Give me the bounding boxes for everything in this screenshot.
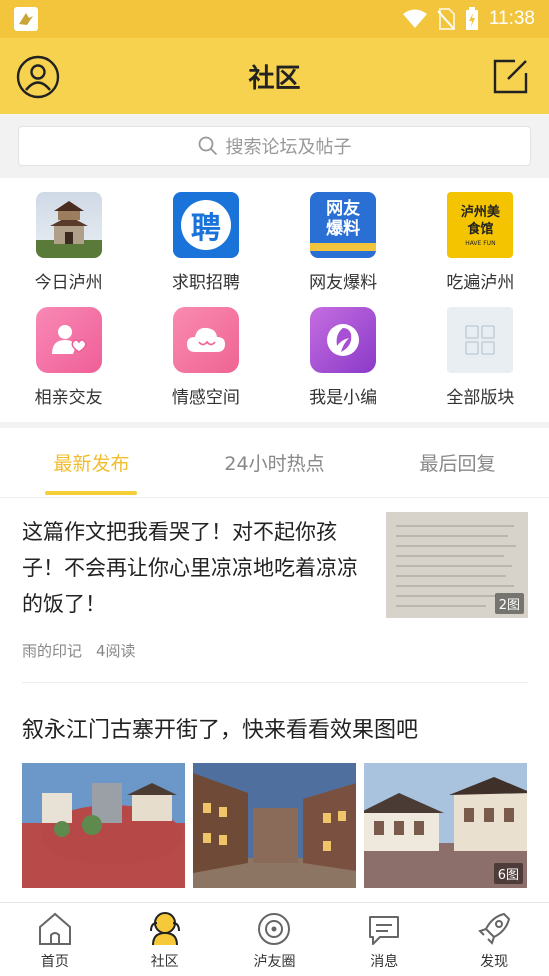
section-label: 我是小编 xyxy=(309,388,378,408)
edit-icon[interactable] xyxy=(491,58,529,96)
circle-icon xyxy=(258,912,291,945)
home-icon xyxy=(38,912,71,945)
nav-label: 发现 xyxy=(480,953,509,970)
tab-24h-hot[interactable]: 24小时热点 xyxy=(183,428,366,497)
section-jinri-luzhou[interactable]: 今日泸州 xyxy=(0,192,137,306)
image-count-badge: 6图 xyxy=(493,863,523,884)
food-glyph: 泸州美食馆 xyxy=(460,204,500,237)
post-thumbnail[interactable] xyxy=(193,763,356,888)
app-header: 社区 xyxy=(0,38,549,114)
post-thumbnail[interactable] xyxy=(22,763,185,888)
post-feed: 这篇作文把我看哭了！对不起你孩子！不会再让你心里凉凉地吃着凉凉的饭了！ 2图 雨… xyxy=(0,498,549,902)
section-label: 网友爆料 xyxy=(309,273,378,293)
netizen-report-icon: 网友爆料 xyxy=(310,192,377,258)
message-icon xyxy=(369,915,400,945)
image-count-badge: 2图 xyxy=(494,593,524,614)
post-meta: 雨的印记 4阅读 xyxy=(22,640,136,661)
discover-rocket-icon xyxy=(478,912,511,945)
nav-label: 消息 xyxy=(370,953,399,970)
nav-circle[interactable]: 泸友圈 xyxy=(220,903,330,976)
status-bar: 11:38 xyxy=(0,0,549,38)
section-label: 相亲交友 xyxy=(34,388,103,408)
section-label: 情感空间 xyxy=(171,388,240,408)
list-item[interactable]: 这篇作文把我看哭了！对不起你孩子！不会再让你心里凉凉地吃着凉凉的饭了！ 2图 雨… xyxy=(0,498,549,682)
tab-latest[interactable]: 最新发布 xyxy=(0,428,183,497)
battery-charging-icon xyxy=(465,7,478,30)
netizen-report-glyph: 网友爆料 xyxy=(326,199,361,239)
section-label: 求职招聘 xyxy=(171,273,240,293)
section-editor[interactable]: 我是小编 xyxy=(275,307,412,421)
post-title: 这篇作文把我看哭了！对不起你孩子！不会再让你心里凉凉地吃着凉凉的饭了！ xyxy=(22,520,358,616)
dating-icon xyxy=(35,307,102,373)
search-icon xyxy=(198,136,217,156)
section-all[interactable]: 全部版块 xyxy=(412,307,549,421)
section-dating[interactable]: 相亲交友 xyxy=(0,307,137,421)
section-job-recruit[interactable]: 聘 求职招聘 xyxy=(137,192,274,306)
divider xyxy=(22,682,528,683)
tab-last-reply[interactable]: 最后回复 xyxy=(366,428,549,497)
forum-section-grid: 今日泸州 聘 求职招聘 网友爆料 网友爆料 泸州美食馆 HAVE FUN 吃遍泸… xyxy=(0,178,549,422)
recruit-icon: 聘 xyxy=(172,192,239,258)
nav-label: 社区 xyxy=(150,953,179,970)
nav-label: 泸友圈 xyxy=(253,953,296,970)
search-input[interactable]: 搜索论坛及帖子 xyxy=(18,126,531,166)
post-author[interactable]: 雨的印记 xyxy=(22,640,82,661)
food-glyph-sub: HAVE FUN xyxy=(465,239,496,247)
post-reads: 4阅读 xyxy=(96,642,136,660)
editor-icon xyxy=(310,307,377,373)
section-label: 吃遍泸州 xyxy=(446,273,515,293)
clock: 11:38 xyxy=(488,8,535,29)
community-icon xyxy=(149,911,180,945)
section-emotion[interactable]: 情感空间 xyxy=(137,307,274,421)
nav-messages[interactable]: 消息 xyxy=(329,903,439,976)
section-netizen-report[interactable]: 网友爆料 网友爆料 xyxy=(275,192,412,306)
section-food[interactable]: 泸州美食馆 HAVE FUN 吃遍泸州 xyxy=(412,192,549,306)
nav-label: 首页 xyxy=(40,953,69,970)
bird-app-icon xyxy=(14,7,38,31)
all-sections-icon xyxy=(447,307,514,373)
nav-community[interactable]: 社区 xyxy=(110,903,220,976)
post-title: 叙永江门古寨开街了，快来看看效果图吧 xyxy=(22,718,419,743)
feed-tabs: 最新发布 24小时热点 最后回复 xyxy=(0,428,549,498)
nav-discover[interactable]: 发现 xyxy=(439,903,549,976)
city-tower-icon xyxy=(35,192,102,258)
bottom-nav: 首页 社区 泸友圈 消息 发现 xyxy=(0,902,549,976)
user-profile-icon[interactable] xyxy=(16,55,60,99)
recruit-glyph: 聘 xyxy=(190,211,221,246)
search-placeholder: 搜索论坛及帖子 xyxy=(225,137,352,158)
section-label: 全部版块 xyxy=(446,388,515,408)
emotion-cloud-icon xyxy=(172,307,239,373)
section-label: 今日泸州 xyxy=(34,273,103,293)
wifi-icon xyxy=(402,9,427,28)
search-bar: 搜索论坛及帖子 xyxy=(0,114,549,178)
no-sim-icon xyxy=(437,8,455,30)
nav-home[interactable]: 首页 xyxy=(0,903,110,976)
post-thumbnail[interactable]: 2图 xyxy=(386,512,528,618)
food-icon: 泸州美食馆 HAVE FUN xyxy=(447,192,514,258)
page-title: 社区 xyxy=(248,63,301,94)
post-thumbnail[interactable]: 6图 xyxy=(364,763,527,888)
